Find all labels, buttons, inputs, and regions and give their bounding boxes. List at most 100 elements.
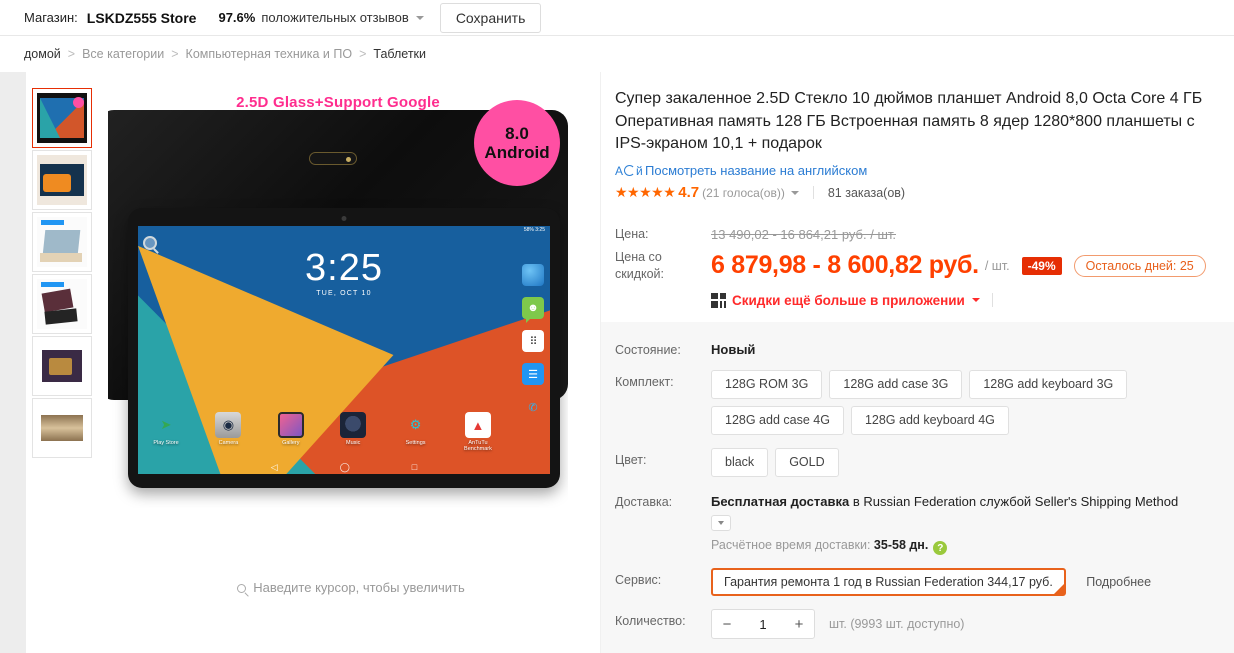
quantity-stepper[interactable]: − + xyxy=(711,609,815,640)
save-shop-button[interactable]: Сохранить xyxy=(439,2,542,33)
thumbnail-item[interactable] xyxy=(32,88,92,148)
rating-value: 4.7 xyxy=(678,184,700,202)
divider xyxy=(812,186,814,200)
rating-votes: (21 голоса(ов)) xyxy=(702,185,785,200)
camera-icon: ◉ xyxy=(215,412,242,438)
front-tablet-shell: 58% 3:25 3:25 TUE, OCT 10 ☻ ⠿ ☰ ✆ ➤ Play… xyxy=(128,208,560,488)
discount-badge: -49% xyxy=(1021,256,1062,275)
shipping-method: Бесплатная доставка в Russian Federation… xyxy=(711,490,1224,511)
front-camera-icon xyxy=(341,216,347,221)
kit-option[interactable]: 128G ROM 3G xyxy=(711,369,823,399)
breadcrumb-item-all-categories[interactable]: Все категории xyxy=(82,47,164,61)
help-icon[interactable]: ? xyxy=(933,541,948,556)
hero-image[interactable]: 2.5D Glass+Support Google 8.0 Android 58… xyxy=(108,88,568,508)
eta-value: 35-58 дн. xyxy=(873,537,929,552)
service-warranty-option[interactable]: Гарантия ремонта 1 год в Russian Federat… xyxy=(711,568,1066,597)
color-option[interactable]: black xyxy=(711,447,769,477)
zoom-hint-text: Наведите курсор, чтобы увеличить xyxy=(253,580,465,595)
contacts-icon: ☰ xyxy=(522,363,544,385)
clock-date: TUE, OCT 10 xyxy=(316,290,372,297)
orders-count[interactable]: 81 заказа(ов) xyxy=(828,186,905,200)
shop-feedback-percent: 97.6% xyxy=(218,10,256,25)
quantity-decrease-button[interactable]: − xyxy=(712,610,742,638)
days-left-badge: Осталось дней: 25 xyxy=(1073,254,1206,277)
chevron-down-icon[interactable] xyxy=(415,15,424,20)
shipping-expand-button[interactable] xyxy=(711,514,731,531)
app-shortcut: ▲ AnTuTu Benchmark xyxy=(456,412,500,452)
product-page-body: 2.5D Glass+Support Google 8.0 Android 58… xyxy=(0,72,1234,653)
back-icon: ◁ xyxy=(270,462,278,472)
app-label: Gallery xyxy=(282,440,300,446)
check-icon xyxy=(1052,582,1065,596)
app-discount-row[interactable]: Скидки ещё больше в приложении xyxy=(711,292,1224,308)
recents-icon: □ xyxy=(411,462,418,472)
service-details-link[interactable]: Подробнее xyxy=(1086,575,1151,589)
breadcrumb-item-computers[interactable]: Компьютерная техника и ПО xyxy=(186,47,353,61)
thumbnail-item[interactable] xyxy=(32,150,92,210)
side-shortcut-column: ☻ ⠿ ☰ ✆ xyxy=(522,264,544,418)
android-version: 8.0 xyxy=(505,123,529,143)
shipping-row: Доставка: Бесплатная доставка в Russian … xyxy=(615,490,1224,556)
gallery-stage: 2.5D Glass+Support Google 8.0 Android 58… xyxy=(106,88,596,653)
product-gallery: 2.5D Glass+Support Google 8.0 Android 58… xyxy=(26,72,600,653)
chevron-down-icon[interactable] xyxy=(971,298,980,303)
android-name: Android xyxy=(484,143,550,162)
kit-option[interactable]: 128G add case 3G xyxy=(829,369,963,399)
shipping-free-label: Бесплатная доставка xyxy=(711,493,850,509)
delivery-estimate: Расчётное время доставки: 35-58 дн.? xyxy=(711,538,1224,556)
android-status-bar: 58% 3:25 xyxy=(142,227,545,233)
status-bar-right: 58% 3:25 xyxy=(523,227,545,233)
page-title: Супер закаленное 2.5D Стекло 10 дюймов п… xyxy=(615,90,1203,153)
kit-option[interactable]: 128G add keyboard 4G xyxy=(850,405,1009,435)
color-option[interactable]: GOLD xyxy=(775,447,839,477)
translate-row[interactable]: Aй Посмотреть название на английском xyxy=(615,163,1224,178)
app-shortcut: ⚙ Settings xyxy=(394,412,438,452)
condition-label: Состояние: xyxy=(615,342,681,357)
shop-name[interactable]: LSKDZ555 Store xyxy=(87,10,197,26)
discount-price-label: Цена со скидкой: xyxy=(615,250,665,281)
quantity-increase-button[interactable]: + xyxy=(784,610,814,638)
gallery-icon xyxy=(277,412,304,438)
antutu-icon: ▲ xyxy=(464,412,491,438)
search-widget-icon xyxy=(143,236,157,250)
chevron-down-icon[interactable] xyxy=(790,190,799,195)
thumbnail-list xyxy=(26,88,106,653)
star-rating-icon: ★★★★★ xyxy=(615,184,676,201)
home-screen-dock: ➤ Play Store ◉ Camera Gallery Music ⚙ Se… xyxy=(144,412,500,452)
thumbnail-item[interactable] xyxy=(32,398,92,458)
browser-icon xyxy=(522,264,544,286)
thumbnail-item[interactable] xyxy=(32,212,92,272)
discount-price-row: Цена со скидкой: 6 879,98 - 8 600,82 руб… xyxy=(615,249,1224,283)
thumbnail-item[interactable] xyxy=(32,336,92,396)
rear-camera-icon xyxy=(309,152,357,165)
breadcrumb-separator: > xyxy=(359,47,367,61)
left-gutter xyxy=(0,72,26,653)
quantity-input[interactable] xyxy=(742,616,784,632)
shipping-label: Доставка: xyxy=(615,494,673,509)
kit-option[interactable]: 128G add case 4G xyxy=(711,405,844,435)
product-info-panel: Супер закаленное 2.5D Стекло 10 дюймов п… xyxy=(600,72,1234,653)
app-shortcut: Gallery xyxy=(269,412,313,452)
breadcrumb-separator: > xyxy=(67,47,76,61)
quantity-row: Количество: − + шт. (9993 шт. доступно) xyxy=(615,609,1224,640)
shop-label: Магазин: xyxy=(24,10,78,25)
zoom-hint: Наведите курсор, чтобы увеличить xyxy=(106,580,596,595)
app-label: Settings xyxy=(405,440,426,446)
quantity-label: Количество: xyxy=(615,614,686,629)
kit-option[interactable]: 128G add keyboard 3G xyxy=(969,369,1128,399)
app-shortcut: Music xyxy=(331,412,375,452)
translate-link[interactable]: Посмотреть название на английском xyxy=(645,163,867,178)
breadcrumb-item-tablets[interactable]: Таблетки xyxy=(373,47,426,61)
app-discount-link[interactable]: Скидки ещё больше в приложении xyxy=(732,293,965,308)
clock-time: 3:25 xyxy=(305,247,383,289)
translate-icon: Aй xyxy=(615,163,643,178)
kit-label: Комплект: xyxy=(615,374,674,389)
price-section: Цена: 13 490,02 - 16 864,21 руб. / шт. Ц… xyxy=(615,214,1224,322)
breadcrumb-item-home[interactable]: домой xyxy=(24,47,61,61)
qr-code-icon xyxy=(711,292,726,308)
thumbnail-item[interactable] xyxy=(32,274,92,334)
condition-row: Состояние: Новый xyxy=(615,338,1224,357)
color-row: Цвет: black GOLD xyxy=(615,447,1224,477)
app-label: Music xyxy=(345,440,361,446)
stock-availability: шт. (9993 шт. доступно) xyxy=(829,617,965,632)
